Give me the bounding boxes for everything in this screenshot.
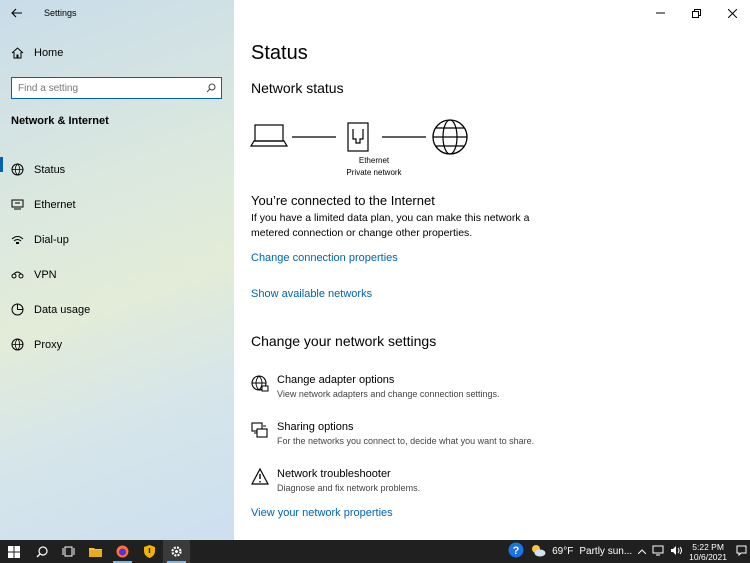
sidebar-item-dialup[interactable]: Dial-up [0, 222, 234, 257]
window-controls [642, 0, 750, 26]
sidebar-item-label: VPN [34, 268, 57, 281]
ethernet-port-icon [347, 122, 369, 152]
nav-list: Status Ethernet Dial-up VPN Data usage P… [0, 152, 234, 362]
title-bar: Settings [0, 0, 234, 26]
minimize-button[interactable] [642, 0, 678, 26]
help-icon[interactable]: ? [508, 542, 524, 561]
close-icon [727, 8, 737, 18]
adapter-name: Ethernet [358, 156, 390, 165]
adapter-globe-icon [251, 374, 277, 399]
globe-monitor-icon [0, 163, 34, 176]
volume-icon[interactable] [670, 545, 683, 559]
clock[interactable]: 5:22 PM 10/6/2021 [689, 542, 727, 562]
internet-globe-icon [432, 119, 468, 155]
option-title: Network troubleshooter [277, 468, 391, 480]
home-icon [0, 47, 34, 59]
network-status-heading: Network status [251, 80, 344, 96]
laptop-icon [249, 124, 289, 147]
maximize-button[interactable] [678, 0, 714, 26]
weather-icon[interactable] [530, 544, 546, 560]
back-button[interactable] [0, 0, 34, 26]
vpn-icon [0, 270, 34, 279]
sidebar-item-data-usage[interactable]: Data usage [0, 292, 234, 327]
task-view-button[interactable] [55, 540, 82, 563]
weather-temp[interactable]: 69°F [552, 546, 573, 557]
ethernet-icon [0, 199, 34, 210]
start-button[interactable] [0, 540, 28, 563]
sidebar-item-vpn[interactable]: VPN [0, 257, 234, 292]
taskbar: ? 69°F Partly sun... 5:22 PM 10/6/2021 [0, 540, 750, 563]
network-profile: Private network [346, 168, 402, 177]
search-box[interactable] [11, 77, 222, 99]
sidebar-item-label: Data usage [34, 303, 91, 316]
change-adapter-options[interactable]: Change adapter options View network adap… [251, 374, 631, 399]
folder-icon [89, 548, 102, 557]
warning-icon [251, 467, 277, 493]
sidebar-item-ethernet[interactable]: Ethernet [0, 187, 234, 222]
search-taskbar-button[interactable] [28, 540, 55, 563]
data-usage-icon [0, 303, 34, 316]
sidebar-item-proxy[interactable]: Proxy [0, 327, 234, 362]
option-description: Diagnose and fix network problems. [277, 483, 421, 493]
app-title: Settings [44, 8, 77, 18]
sidebar: Settings Home Network & Internet Status [0, 0, 234, 540]
option-title: Change adapter options [277, 374, 395, 386]
chevron-up-icon [637, 549, 647, 555]
change-connection-properties-link[interactable]: Change connection properties [251, 252, 398, 264]
sidebar-item-status[interactable]: Status [0, 152, 234, 187]
show-hidden-icons-button[interactable] [637, 546, 647, 557]
settings-taskbar-button[interactable] [163, 540, 190, 563]
section-title: Network & Internet [11, 115, 109, 127]
sidebar-item-label: Ethernet [34, 198, 76, 211]
option-title: Sharing options [277, 421, 354, 433]
search-icon[interactable] [201, 83, 221, 93]
connection-status-description: If you have a limited data plan, you can… [251, 212, 530, 239]
clock-time: 5:22 PM [692, 541, 724, 552]
change-settings-heading: Change your network settings [251, 333, 437, 349]
clock-date: 10/6/2021 [689, 551, 727, 562]
search-input[interactable] [12, 79, 201, 97]
sharing-options[interactable]: Sharing options For the networks you con… [251, 421, 631, 446]
dialup-icon [0, 234, 34, 245]
network-tray-icon[interactable] [652, 545, 664, 559]
sharing-icon [251, 421, 277, 446]
notifications-icon[interactable] [736, 545, 747, 559]
weather-description[interactable]: Partly sun... [579, 546, 632, 557]
network-diagram: Ethernet Private network [249, 115, 479, 185]
gear-icon [171, 546, 182, 557]
sidebar-item-label: Proxy [34, 338, 63, 351]
network-troubleshooter[interactable]: Network troubleshooter Diagnose and fix … [251, 467, 631, 493]
shield-icon [144, 545, 155, 558]
connection-status-title: You’re connected to the Internet [251, 193, 435, 208]
sidebar-item-label: Dial-up [34, 233, 69, 246]
minimize-icon [655, 12, 665, 14]
system-tray: ? 69°F Partly sun... 5:22 PM 10/6/2021 [505, 540, 750, 563]
option-description: View network adapters and change connect… [277, 389, 500, 399]
home-nav-item[interactable]: Home [0, 42, 234, 64]
restore-icon [691, 8, 701, 18]
task-view-icon [62, 546, 75, 557]
firefox-button[interactable] [109, 540, 136, 563]
back-arrow-icon [11, 8, 22, 18]
option-description: For the networks you connect to, decide … [277, 436, 535, 446]
close-button[interactable] [714, 0, 750, 26]
show-available-networks-link[interactable]: Show available networks [251, 288, 372, 300]
search-icon [36, 545, 48, 557]
firefox-icon [116, 545, 129, 558]
globe-icon [0, 338, 34, 351]
view-network-properties-link[interactable]: View your network properties [251, 507, 393, 519]
home-label: Home [34, 47, 64, 59]
security-button[interactable] [136, 540, 163, 563]
main-content: Status Network status Ethernet Private n… [234, 0, 750, 540]
windows-logo-icon [8, 545, 20, 558]
file-explorer-button[interactable] [82, 540, 109, 563]
sidebar-item-label: Status [34, 163, 66, 176]
page-title: Status [251, 42, 308, 64]
svg-text:?: ? [513, 545, 520, 557]
